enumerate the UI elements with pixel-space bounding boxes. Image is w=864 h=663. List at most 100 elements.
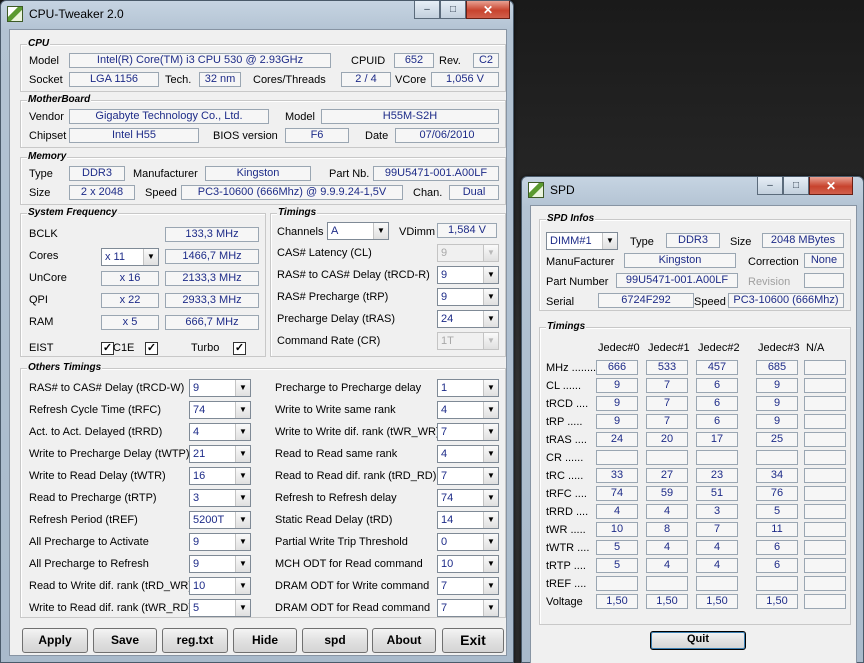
chevron-down-icon[interactable]: ▼: [235, 534, 250, 550]
spd-button[interactable]: spd: [302, 628, 368, 653]
chevron-down-icon[interactable]: ▼: [483, 512, 498, 528]
spd-cell-7-2: 51: [696, 486, 738, 501]
socket-field: LGA 1156: [69, 72, 159, 87]
other-right-dropdown-3[interactable]: 4 ▼: [437, 445, 499, 463]
rev-label: Rev.: [439, 55, 461, 67]
other-right-label-6: Static Read Delay (tRD): [275, 514, 393, 526]
chevron-down-icon[interactable]: ▼: [235, 402, 250, 418]
apply-button[interactable]: Apply: [22, 628, 88, 653]
minimize-button[interactable]: –: [414, 1, 440, 19]
chevron-down-icon[interactable]: ▼: [483, 600, 498, 616]
spd-cell-0-3: 685: [756, 360, 798, 375]
other-right-dropdown-2[interactable]: 7 ▼: [437, 423, 499, 441]
spd-row-label-4: tRAS ....: [546, 434, 587, 446]
chevron-down-icon[interactable]: ▼: [143, 249, 158, 265]
chevron-down-icon[interactable]: ▼: [483, 534, 498, 550]
hide-button[interactable]: Hide: [233, 628, 297, 653]
chevron-down-icon[interactable]: ▼: [235, 600, 250, 616]
timing-dropdown-2[interactable]: 9 ▼: [437, 288, 499, 306]
spd-minimize-button[interactable]: –: [757, 177, 783, 195]
spd-cell-11-1: 4: [646, 558, 688, 573]
chevron-down-icon[interactable]: ▼: [483, 490, 498, 506]
chevron-down-icon[interactable]: ▼: [483, 556, 498, 572]
chevron-down-icon[interactable]: ▼: [483, 311, 498, 327]
date-field: 07/06/2010: [395, 128, 499, 143]
chevron-down-icon[interactable]: ▼: [235, 380, 250, 396]
other-right-dropdown-0[interactable]: 1 ▼: [437, 379, 499, 397]
others-timings-group: Others Timings RAS# to CAS# Delay (tRCD-W…: [20, 362, 506, 618]
tech-label: Tech.: [165, 74, 192, 86]
spd-title-bar[interactable]: SPD – □ ✕: [522, 177, 863, 203]
other-right-dropdown-6[interactable]: 14 ▼: [437, 511, 499, 529]
socket-label: Socket: [29, 74, 63, 86]
chevron-down-icon[interactable]: ▼: [483, 289, 498, 305]
other-left-dropdown-10[interactable]: 5 ▼: [189, 599, 251, 617]
chevron-down-icon[interactable]: ▼: [373, 223, 388, 239]
mem-type-label: Type: [29, 168, 53, 180]
other-left-dropdown-1[interactable]: 74 ▼: [189, 401, 251, 419]
other-right-dropdown-9[interactable]: 7 ▼: [437, 577, 499, 595]
chevron-down-icon[interactable]: ▼: [483, 468, 498, 484]
chevron-down-icon[interactable]: ▼: [483, 578, 498, 594]
chevron-down-icon[interactable]: ▼: [235, 490, 250, 506]
spd-cell-4-4: [804, 432, 846, 447]
other-right-dropdown-1-value: 4: [441, 404, 448, 416]
other-left-dropdown-3[interactable]: 21 ▼: [189, 445, 251, 463]
cores-multiplier-dropdown[interactable]: x 11 ▼: [101, 248, 159, 266]
timing-dropdown-4-value: 1T: [441, 335, 454, 347]
other-left-dropdown-4[interactable]: 16 ▼: [189, 467, 251, 485]
title-bar[interactable]: CPU-Tweaker 2.0 – □ ✕: [1, 1, 513, 27]
other-left-dropdown-8[interactable]: 9 ▼: [189, 555, 251, 573]
chevron-down-icon[interactable]: ▼: [235, 446, 250, 462]
chevron-down-icon[interactable]: ▼: [235, 424, 250, 440]
other-right-dropdown-4[interactable]: 7 ▼: [437, 467, 499, 485]
other-right-dropdown-5[interactable]: 74 ▼: [437, 489, 499, 507]
chevron-down-icon[interactable]: ▼: [483, 333, 498, 349]
other-left-dropdown-5[interactable]: 3 ▼: [189, 489, 251, 507]
other-left-dropdown-0-value: 9: [193, 382, 200, 394]
other-right-dropdown-8[interactable]: 10 ▼: [437, 555, 499, 573]
spd-cell-10-4: [804, 540, 846, 555]
turbo-checkbox[interactable]: ✓: [233, 342, 246, 355]
channels-dropdown[interactable]: A ▼: [327, 222, 389, 240]
spd-maximize-button[interactable]: □: [783, 177, 809, 195]
other-left-dropdown-7[interactable]: 9 ▼: [189, 533, 251, 551]
chevron-down-icon[interactable]: ▼: [483, 424, 498, 440]
timing-dropdown-1[interactable]: 9 ▼: [437, 266, 499, 284]
chevron-down-icon[interactable]: ▼: [235, 512, 250, 528]
chevron-down-icon[interactable]: ▼: [483, 380, 498, 396]
timings-group-label: Timings: [277, 207, 318, 219]
spd-cell-11-3: 6: [756, 558, 798, 573]
chevron-down-icon[interactable]: ▼: [483, 245, 498, 261]
chevron-down-icon[interactable]: ▼: [483, 446, 498, 462]
other-right-dropdown-6-value: 14: [441, 514, 454, 526]
other-left-dropdown-0[interactable]: 9 ▼: [189, 379, 251, 397]
other-right-dropdown-10[interactable]: 7 ▼: [437, 599, 499, 617]
chevron-down-icon[interactable]: ▼: [483, 402, 498, 418]
mem-size-field: 2 x 2048: [69, 185, 135, 200]
c1e-checkbox[interactable]: ✓: [145, 342, 158, 355]
other-right-dropdown-1[interactable]: 4 ▼: [437, 401, 499, 419]
other-right-dropdown-7[interactable]: 0 ▼: [437, 533, 499, 551]
quit-button[interactable]: Quit: [650, 631, 746, 650]
close-button[interactable]: ✕: [466, 1, 510, 19]
chevron-down-icon[interactable]: ▼: [235, 556, 250, 572]
spd-cell-1-1: 7: [646, 378, 688, 393]
spd-row-label-13: Voltage: [546, 596, 583, 608]
about-button[interactable]: About: [372, 628, 436, 653]
regtxt-button[interactable]: reg.txt: [162, 628, 228, 653]
spd-cell-13-2: 1,50: [696, 594, 738, 609]
other-left-dropdown-6[interactable]: 5200T ▼: [189, 511, 251, 529]
chevron-down-icon[interactable]: ▼: [235, 468, 250, 484]
spd-close-button[interactable]: ✕: [809, 177, 853, 195]
exit-button[interactable]: Exit: [442, 628, 504, 653]
other-left-dropdown-2[interactable]: 4 ▼: [189, 423, 251, 441]
chevron-down-icon[interactable]: ▼: [235, 578, 250, 594]
chevron-down-icon[interactable]: ▼: [483, 267, 498, 283]
chevron-down-icon[interactable]: ▼: [602, 233, 617, 249]
maximize-button[interactable]: □: [440, 1, 466, 19]
other-left-dropdown-9[interactable]: 10 ▼: [189, 577, 251, 595]
timing-dropdown-3[interactable]: 24 ▼: [437, 310, 499, 328]
save-button[interactable]: Save: [93, 628, 157, 653]
dimm-dropdown[interactable]: DIMM#1 ▼: [546, 232, 618, 250]
